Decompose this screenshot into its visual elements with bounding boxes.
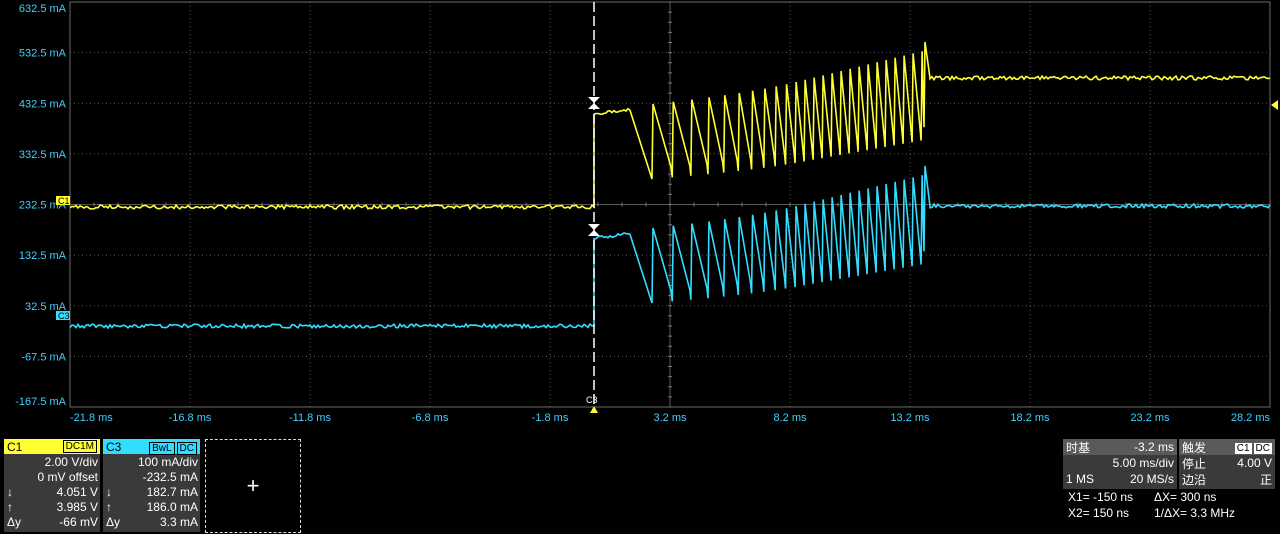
x-tick-label: -21.8 ms — [70, 412, 113, 424]
cursor-delta-x: ΔX= 300 ns — [1154, 490, 1217, 504]
channel3-header[interactable]: C3 BwL DC — [103, 439, 200, 455]
c3-ground-marker[interactable]: C3 — [56, 311, 70, 321]
timebase-panel[interactable]: 时基 -3.2 ms 5.00 ms/div 1 MS 20 MS/s — [1063, 439, 1177, 489]
x-tick-label: -11.8 ms — [289, 412, 331, 424]
y-tick-label: 632.5 mA — [19, 3, 67, 15]
y-tick-label: 432.5 mA — [19, 98, 67, 110]
x-tick-label: -1.8 ms — [532, 412, 569, 424]
y-tick-label: -67.5 mA — [21, 351, 66, 363]
channel1-vdiv: 2.00 V/div — [44, 454, 98, 469]
channel1-offset: 0 mV offset — [37, 469, 98, 484]
x-tick-label: 3.2 ms — [653, 412, 687, 424]
trigger-coupling-badge: DC — [1253, 443, 1272, 454]
sample-rate: 20 MS/s — [1129, 472, 1174, 486]
y-tick-label: -167.5 mA — [15, 396, 66, 408]
timebase-label: 时基 — [1066, 440, 1091, 455]
channel3-label: C3 — [106, 439, 122, 454]
channel3-vdiv: 100 mA/div — [137, 454, 198, 469]
trigger-slope: 正 — [1259, 472, 1272, 487]
channel1-coupling-badge: DC1M — [62, 440, 97, 453]
x-axis-ticks: -21.8 ms -16.8 ms -11.8 ms -6.8 ms -1.8 ms 3.… — [70, 412, 1270, 424]
channel3-panel[interactable]: C3 BwL DC 100 mA/div -232.5 mA ↓ 182.7 mA … — [103, 439, 200, 532]
channel3-offset: -232.5 mA — [142, 469, 198, 484]
x-tick-label: -16.8 ms — [169, 412, 212, 424]
plus-icon: + — [246, 473, 260, 498]
timebase-div: 5.00 ms/div — [1112, 456, 1174, 470]
channel1-panel[interactable]: C1 DC1M 2.00 V/div 0 mV offset ↓ 4.051 V … — [4, 439, 100, 532]
x-tick-label: 23.2 ms — [1130, 412, 1170, 424]
channel3-delta-y: 3.3 mA — [159, 514, 198, 529]
cursor-readout[interactable]: X1= -150 ns ΔX= 300 ns X2= 150 ns 1/ΔX= 3.… — [1068, 490, 1278, 522]
c3-marker-label: C3 — [58, 311, 70, 321]
trigger-level: 4.00 V — [1237, 456, 1272, 470]
trigger-level-arrow-icon[interactable] — [1271, 100, 1278, 110]
scope-display[interactable]: 632.5 mA532.5 mA432.5 mA332.5 mA232.5 mA… — [0, 0, 1280, 432]
channel1-delta-y: -66 mV — [59, 514, 98, 529]
trigger-marker-label: C3 — [586, 395, 598, 405]
channel3-cursor-down: 182.7 mA — [146, 484, 198, 499]
memory-depth: 1 MS — [1066, 472, 1095, 486]
timebase-delay: -3.2 ms — [1133, 440, 1174, 454]
c1-marker-label: C1 — [58, 196, 70, 206]
add-channel-button[interactable]: + — [205, 439, 301, 533]
cursor-x1: X1= -150 ns — [1068, 490, 1134, 504]
x-tick-label: 13.2 ms — [890, 412, 930, 424]
y-tick-label: 332.5 mA — [19, 149, 67, 161]
cursor-marker-icon — [588, 224, 600, 230]
trigger-source-badge: C1 — [1234, 443, 1252, 454]
x-tick-label: 28.2 ms — [1231, 412, 1271, 424]
channel3-delta-label: Δy — [106, 514, 121, 529]
x-tick-label: -6.8 ms — [412, 412, 449, 424]
channel1-cursor-up: 3.985 V — [56, 499, 98, 514]
trigger-mode: 停止 — [1182, 456, 1207, 471]
cursor-marker-icon — [588, 103, 600, 109]
cursor-marker-icon — [588, 230, 600, 236]
channel3-cursor-up: 186.0 mA — [146, 499, 198, 514]
trigger-label: 触发 — [1182, 440, 1207, 455]
channel1-label: C1 — [7, 439, 23, 454]
trigger-position-marker[interactable]: C3 — [586, 395, 598, 413]
channel1-header[interactable]: C1 DC1M — [4, 439, 100, 454]
channel3-bandwidth-badge: BwL — [149, 441, 175, 455]
cursor-marker-icon — [588, 97, 600, 103]
x-tick-label: 8.2 ms — [773, 412, 807, 424]
c1-ground-marker[interactable]: C1 — [56, 196, 70, 206]
x-tick-label: 18.2 ms — [1010, 412, 1050, 424]
channel3-coupling-badge: DC — [176, 441, 197, 455]
graticule — [69, 1, 1271, 408]
y-tick-label: 532.5 mA — [19, 48, 67, 60]
cursor-inverse-delta-x: 1/ΔX= 3.3 MHz — [1154, 506, 1236, 520]
trigger-type: 边沿 — [1182, 472, 1207, 487]
trigger-panel[interactable]: 触发 C1 DC 停止 4.00 V 边沿 正 — [1179, 439, 1275, 489]
channel1-delta-label: Δy — [7, 514, 22, 529]
cursor-x2: X2= 150 ns — [1068, 506, 1130, 520]
channel1-cursor-down: 4.051 V — [56, 484, 98, 499]
y-tick-label: 132.5 mA — [19, 250, 67, 262]
